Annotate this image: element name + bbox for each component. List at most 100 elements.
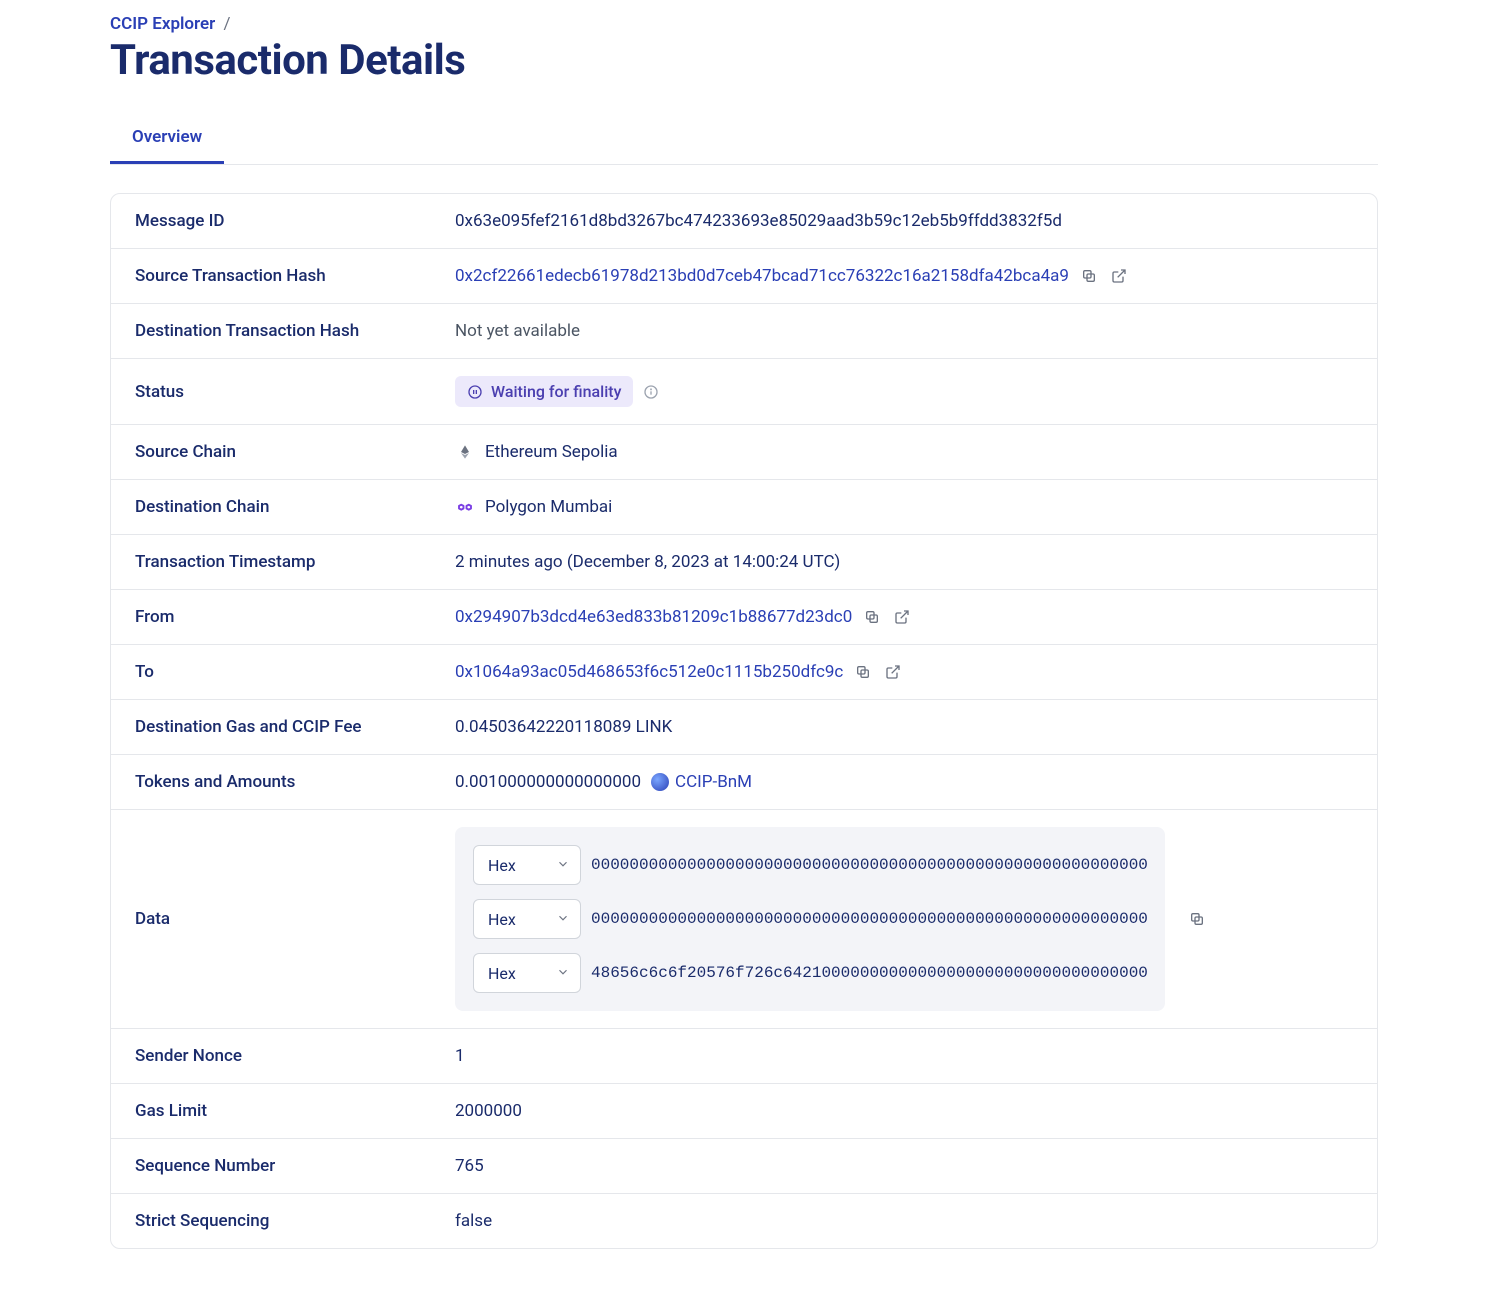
timestamp-text: 2 minutes ago (December 8, 2023 at 14:00… [455, 552, 840, 572]
value-from: 0x294907b3dcd4e63ed833b81209c1b88677d23d… [455, 607, 1353, 627]
info-icon[interactable] [643, 384, 659, 400]
strict-sequencing-text: false [455, 1211, 492, 1231]
data-line-1: Hex 000000000000000000000000000000000000… [473, 899, 1147, 939]
value-gas-fee: 0.04503642220118089 LINK [455, 717, 1353, 737]
pause-icon [467, 384, 483, 400]
label-gas-fee: Destination Gas and CCIP Fee [135, 717, 455, 737]
page-title: Transaction Details [110, 36, 1378, 85]
value-tokens: 0.001000000000000000 CCIP-BnM [455, 772, 1353, 792]
token-amount-text: 0.001000000000000000 [455, 772, 641, 792]
copy-icon[interactable] [1187, 909, 1207, 929]
external-link-icon[interactable] [892, 607, 912, 627]
tabs: Overview [110, 113, 1378, 165]
label-tokens: Tokens and Amounts [135, 772, 455, 792]
label-sender-nonce: Sender Nonce [135, 1046, 455, 1066]
data-hex-1: 0000000000000000000000000000000000000000… [591, 910, 1147, 928]
data-block: Hex 000000000000000000000000000000000000… [455, 827, 1165, 1011]
tab-overview[interactable]: Overview [110, 113, 224, 164]
copy-icon[interactable] [853, 662, 873, 682]
ethereum-icon [455, 442, 475, 462]
token-name-text: CCIP-BnM [675, 772, 752, 792]
label-source-tx-hash: Source Transaction Hash [135, 266, 455, 286]
value-data: Hex 000000000000000000000000000000000000… [455, 827, 1353, 1011]
row-dest-chain: Destination Chain Polygon Mumbai [111, 480, 1377, 535]
token-icon [651, 773, 669, 791]
label-dest-tx-hash: Destination Transaction Hash [135, 321, 455, 341]
dest-chain-text: Polygon Mumbai [485, 497, 612, 517]
message-id-text: 0x63e095fef2161d8bd3267bc474233693e85029… [455, 211, 1062, 231]
polygon-icon [455, 497, 475, 517]
external-link-icon[interactable] [1109, 266, 1129, 286]
value-dest-tx-hash: Not yet available [455, 321, 1353, 341]
value-dest-chain: Polygon Mumbai [455, 497, 1353, 517]
external-link-icon[interactable] [883, 662, 903, 682]
value-status: Waiting for finality [455, 376, 1353, 407]
from-address-link[interactable]: 0x294907b3dcd4e63ed833b81209c1b88677d23d… [455, 607, 852, 627]
label-timestamp: Transaction Timestamp [135, 552, 455, 572]
row-tokens: Tokens and Amounts 0.001000000000000000 … [111, 755, 1377, 810]
value-gas-limit: 2000000 [455, 1101, 1353, 1121]
hex-select-label: Hex [488, 856, 516, 875]
chevron-down-icon [556, 856, 570, 875]
label-from: From [135, 607, 455, 627]
label-dest-chain: Destination Chain [135, 497, 455, 517]
label-message-id: Message ID [135, 211, 455, 231]
gas-fee-text: 0.04503642220118089 LINK [455, 717, 672, 737]
dest-tx-hash-text: Not yet available [455, 321, 580, 341]
label-sequence-number: Sequence Number [135, 1156, 455, 1176]
gas-limit-text: 2000000 [455, 1101, 522, 1121]
breadcrumb-root-link[interactable]: CCIP Explorer [110, 14, 215, 34]
data-line-0: Hex 000000000000000000000000000000000000… [473, 845, 1147, 885]
row-gas-limit: Gas Limit 2000000 [111, 1084, 1377, 1139]
hex-select[interactable]: Hex [473, 899, 581, 939]
source-chain-text: Ethereum Sepolia [485, 442, 618, 462]
row-message-id: Message ID 0x63e095fef2161d8bd3267bc4742… [111, 194, 1377, 249]
breadcrumb-separator: / [223, 14, 230, 34]
data-line-2: Hex 48656c6c6f20576f726c6421000000000000… [473, 953, 1147, 993]
hex-select[interactable]: Hex [473, 845, 581, 885]
value-message-id: 0x63e095fef2161d8bd3267bc474233693e85029… [455, 211, 1353, 231]
label-data: Data [135, 909, 455, 929]
row-dest-tx-hash: Destination Transaction Hash Not yet ava… [111, 304, 1377, 359]
row-gas-fee: Destination Gas and CCIP Fee 0.045036422… [111, 700, 1377, 755]
hex-select[interactable]: Hex [473, 953, 581, 993]
source-tx-hash-link[interactable]: 0x2cf22661edecb61978d213bd0d7ceb47bcad71… [455, 266, 1069, 286]
value-timestamp: 2 minutes ago (December 8, 2023 at 14:00… [455, 552, 1353, 572]
value-sequence-number: 765 [455, 1156, 1353, 1176]
to-address-link[interactable]: 0x1064a93ac05d468653f6c512e0c1115b250dfc… [455, 662, 843, 682]
label-to: To [135, 662, 455, 682]
value-source-chain: Ethereum Sepolia [455, 442, 1353, 462]
label-source-chain: Source Chain [135, 442, 455, 462]
copy-icon[interactable] [1079, 266, 1099, 286]
chevron-down-icon [556, 964, 570, 983]
status-text: Waiting for finality [491, 382, 621, 401]
value-to: 0x1064a93ac05d468653f6c512e0c1115b250dfc… [455, 662, 1353, 682]
row-strict-sequencing: Strict Sequencing false [111, 1194, 1377, 1248]
row-timestamp: Transaction Timestamp 2 minutes ago (Dec… [111, 535, 1377, 590]
row-status: Status Waiting for finality [111, 359, 1377, 425]
copy-icon[interactable] [862, 607, 882, 627]
row-source-tx-hash: Source Transaction Hash 0x2cf22661edecb6… [111, 249, 1377, 304]
value-sender-nonce: 1 [455, 1046, 1353, 1066]
value-source-tx-hash: 0x2cf22661edecb61978d213bd0d7ceb47bcad71… [455, 266, 1353, 286]
label-status: Status [135, 382, 455, 402]
data-hex-2: 48656c6c6f20576f726c64210000000000000000… [591, 964, 1147, 982]
details-card: Message ID 0x63e095fef2161d8bd3267bc4742… [110, 193, 1378, 1249]
data-hex-0: 0000000000000000000000000000000000000000… [591, 856, 1147, 874]
row-sender-nonce: Sender Nonce 1 [111, 1029, 1377, 1084]
status-badge: Waiting for finality [455, 376, 633, 407]
row-from: From 0x294907b3dcd4e63ed833b81209c1b8867… [111, 590, 1377, 645]
label-gas-limit: Gas Limit [135, 1101, 455, 1121]
hex-select-label: Hex [488, 910, 516, 929]
breadcrumb: CCIP Explorer / [110, 14, 1378, 34]
chevron-down-icon [556, 910, 570, 929]
sender-nonce-text: 1 [455, 1046, 465, 1066]
row-source-chain: Source Chain Ethereum Sepolia [111, 425, 1377, 480]
row-data: Data Hex 0000000000000000000000000000000… [111, 810, 1377, 1029]
label-strict-sequencing: Strict Sequencing [135, 1211, 455, 1231]
value-strict-sequencing: false [455, 1211, 1353, 1231]
hex-select-label: Hex [488, 964, 516, 983]
sequence-number-text: 765 [455, 1156, 484, 1176]
token-link[interactable]: CCIP-BnM [651, 772, 752, 792]
row-to: To 0x1064a93ac05d468653f6c512e0c1115b250… [111, 645, 1377, 700]
